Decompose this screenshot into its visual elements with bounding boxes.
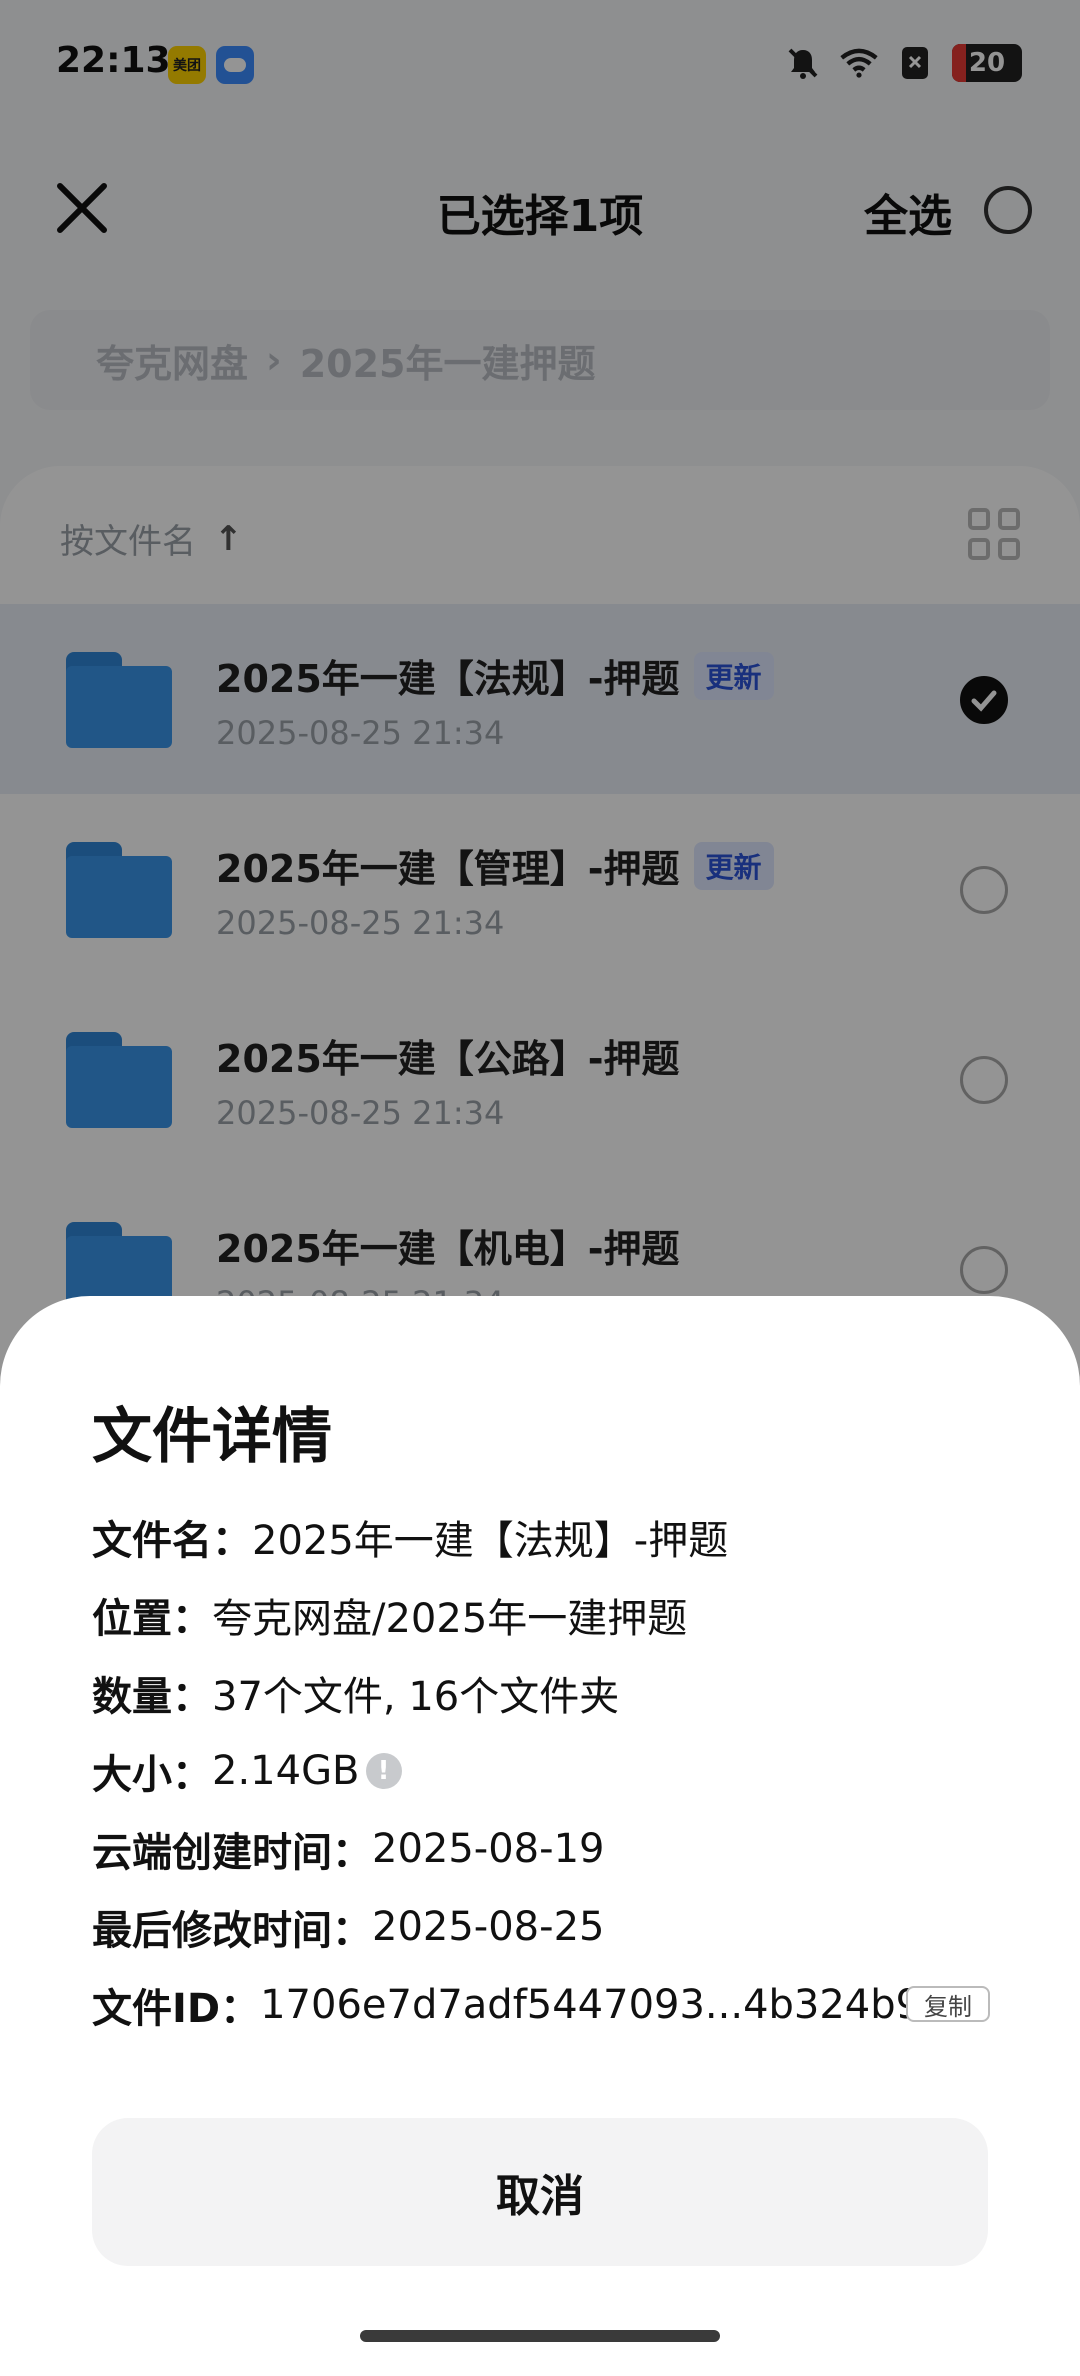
detail-value: 2025-08-19 [372, 1826, 605, 1872]
detail-label: 数量： [92, 1674, 212, 1720]
copy-button[interactable]: 复制 [906, 1986, 990, 2022]
detail-file-name: 文件名： 2025年一建【法规】-押题 [92, 1508, 728, 1566]
info-icon[interactable]: ! [365, 1753, 402, 1789]
detail-value: 1706e7d7adf5447093...4b324b9 [260, 1982, 922, 2028]
detail-size: 大小： 2.14GB ! [92, 1742, 402, 1800]
detail-value: 夸克网盘/2025年一建押题 [212, 1596, 688, 1642]
detail-label: 云端创建时间： [92, 1830, 372, 1876]
detail-value: 2025-08-25 [372, 1904, 605, 1950]
detail-label: 文件名： [92, 1518, 252, 1564]
detail-modified: 最后修改时间： 2025-08-25 [92, 1898, 604, 1956]
file-details-sheet: 文件详情 文件名： 2025年一建【法规】-押题 位置： 夸克网盘/2025年一… [0, 1296, 1080, 2376]
cancel-button[interactable]: 取消 [92, 2118, 988, 2266]
detail-count: 数量： 37个文件, 16个文件夹 [92, 1664, 619, 1722]
detail-label: 位置： [92, 1596, 212, 1642]
detail-created: 云端创建时间： 2025-08-19 [92, 1820, 604, 1878]
detail-label: 最后修改时间： [92, 1908, 372, 1954]
detail-value: 37个文件, 16个文件夹 [212, 1674, 620, 1720]
home-indicator[interactable] [360, 2330, 720, 2342]
detail-value: 2025年一建【法规】-押题 [252, 1518, 729, 1564]
detail-label: 文件ID： [92, 1986, 261, 2032]
sheet-title: 文件详情 [92, 1402, 332, 1472]
detail-file-id: 文件ID： 1706e7d7adf5447093...4b324b9 [92, 1976, 921, 2034]
detail-label: 大小： [92, 1752, 212, 1798]
detail-value: 2.14GB [212, 1748, 360, 1794]
detail-location: 位置： 夸克网盘/2025年一建押题 [92, 1586, 687, 1644]
